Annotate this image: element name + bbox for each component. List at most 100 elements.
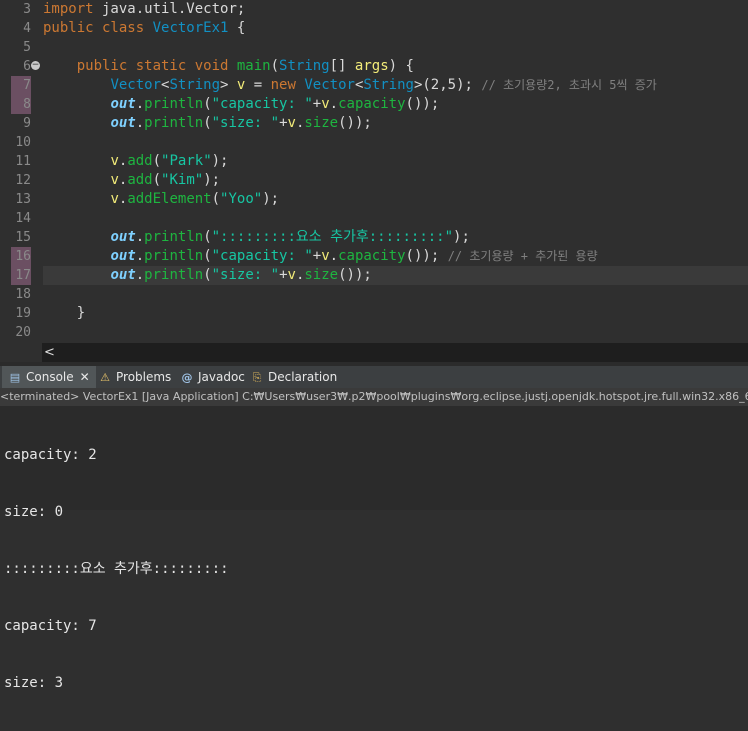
- code-line[interactable]: 19 }: [0, 304, 748, 323]
- code-token: );: [262, 191, 280, 207]
- code-line[interactable]: 3 import java.util.Vector;: [0, 0, 748, 19]
- code-token: (: [203, 229, 212, 245]
- tab-javadoc[interactable]: @ Javadoc: [180, 366, 246, 388]
- line-number: 11: [15, 154, 31, 169]
- code-token: out: [110, 267, 136, 283]
- code-token: capacity: [338, 96, 406, 112]
- code-line[interactable]: 15 out.println(":::::::::요소 추가후:::::::::…: [0, 228, 748, 247]
- code-token: v: [110, 153, 119, 169]
- tab-declaration[interactable]: ⎘ Declaration: [250, 366, 346, 388]
- code-token: String: [363, 77, 414, 93]
- code-token: +: [279, 267, 288, 283]
- code-editor[interactable]: 3 import java.util.Vector; 4 public class V…: [0, 0, 748, 362]
- code-line[interactable]: 6− public static void main(String[] args…: [0, 57, 748, 76]
- code-token: println: [144, 229, 204, 245]
- code-line[interactable]: 9 out.println("size: "+v.size());: [0, 114, 748, 133]
- tab-problems[interactable]: ⚠ Problems: [98, 366, 178, 388]
- line-number: 19: [15, 306, 31, 321]
- code-token: .: [329, 96, 339, 112]
- code-token: ) {: [388, 58, 414, 74]
- line-number: 7: [23, 78, 31, 93]
- code-line[interactable]: 12 v.add("Kim");: [0, 171, 748, 190]
- line-number: 6: [23, 59, 31, 74]
- code-token: (: [270, 58, 280, 74]
- tab-console-label: Console: [26, 370, 74, 384]
- code-token: println: [144, 96, 204, 112]
- tab-problems-label: Problems: [116, 370, 172, 384]
- code-token: Vector: [304, 77, 355, 93]
- code-text: }: [43, 304, 748, 323]
- code-token: out: [110, 96, 136, 112]
- code-line[interactable]: 10: [0, 133, 748, 152]
- code-line[interactable]: 17 out.println("size: "+v.size());: [0, 266, 748, 285]
- code-token: size: [304, 267, 339, 283]
- code-token: >: [220, 77, 237, 93]
- code-text: v.add("Park");: [43, 152, 748, 171]
- code-text: import java.util.Vector;: [43, 0, 748, 19]
- code-line[interactable]: 4 public class VectorEx1 {: [0, 19, 748, 38]
- code-token: public static void: [76, 58, 229, 74]
- code-text: v.add("Kim");: [43, 171, 748, 190]
- code-token: .: [135, 96, 145, 112]
- code-token: {: [228, 20, 246, 36]
- code-line[interactable]: 13 v.addElement("Yoo");: [0, 190, 748, 209]
- line-number: 14: [15, 211, 31, 226]
- console-output[interactable]: capacity: 2 size: 0 :::::::::요소 추가후:::::…: [4, 408, 744, 731]
- javadoc-icon: @: [181, 370, 193, 384]
- code-token: >(2,5);: [413, 77, 482, 93]
- code-token: .: [135, 229, 145, 245]
- code-line[interactable]: 8 out.println("capacity: "+v.capacity())…: [0, 95, 748, 114]
- code-token: java.util.Vector;: [93, 1, 246, 17]
- output-line: size: 3: [4, 675, 64, 691]
- code-token: out: [110, 229, 136, 245]
- code-token: );: [203, 172, 221, 188]
- code-line[interactable]: 20: [0, 323, 748, 342]
- horizontal-scrollbar[interactable]: <: [42, 343, 748, 362]
- code-token: println: [144, 267, 204, 283]
- code-token: ());: [405, 248, 448, 264]
- tab-javadoc-label: Javadoc: [198, 370, 245, 384]
- code-line[interactable]: 5: [0, 38, 748, 57]
- code-token: ());: [338, 267, 372, 283]
- tab-console[interactable]: ▤ Console ✕: [2, 366, 96, 388]
- code-token: .: [135, 248, 145, 264]
- line-number: 16: [15, 249, 31, 264]
- code-token: .: [329, 248, 339, 264]
- process-status: <terminated> VectorEx1 [Java Application…: [0, 388, 748, 406]
- code-token: "Yoo": [220, 191, 263, 207]
- code-token: .: [135, 115, 145, 131]
- code-line[interactable]: 16 out.println("capacity: "+v.capacity()…: [0, 247, 748, 266]
- view-tab-bar: ▤ Console ✕ ⚠ Problems @ Javadoc ⎘ Declaratio…: [0, 366, 748, 388]
- code-token: // 초기용량 + 추가된 용량: [447, 249, 598, 263]
- code-line[interactable]: 11 v.add("Park");: [0, 152, 748, 171]
- line-number: 4: [23, 21, 31, 36]
- code-text: public class VectorEx1 {: [43, 19, 748, 38]
- code-token: "capacity: ": [211, 248, 313, 264]
- fold-icon[interactable]: −: [31, 61, 40, 70]
- code-token: v: [110, 191, 119, 207]
- output-line: capacity: 7: [4, 618, 97, 634]
- code-line[interactable]: 18: [0, 285, 748, 304]
- code-text: out.println("capacity: "+v.capacity());: [43, 95, 748, 114]
- code-token: );: [453, 229, 470, 245]
- code-token: println: [144, 115, 204, 131]
- code-line[interactable]: 14: [0, 209, 748, 228]
- code-line[interactable]: 7 Vector<String> v = new Vector<String>(…: [0, 76, 748, 95]
- code-token: (: [152, 172, 162, 188]
- code-token: ":::::::::요소 추가후:::::::::": [211, 229, 454, 245]
- line-number: 18: [15, 287, 31, 302]
- code-token: public class: [43, 20, 145, 36]
- code-token: v: [321, 96, 330, 112]
- scroll-left-icon[interactable]: <: [44, 343, 55, 362]
- close-icon[interactable]: ✕: [80, 370, 90, 384]
- code-token: out: [110, 248, 136, 264]
